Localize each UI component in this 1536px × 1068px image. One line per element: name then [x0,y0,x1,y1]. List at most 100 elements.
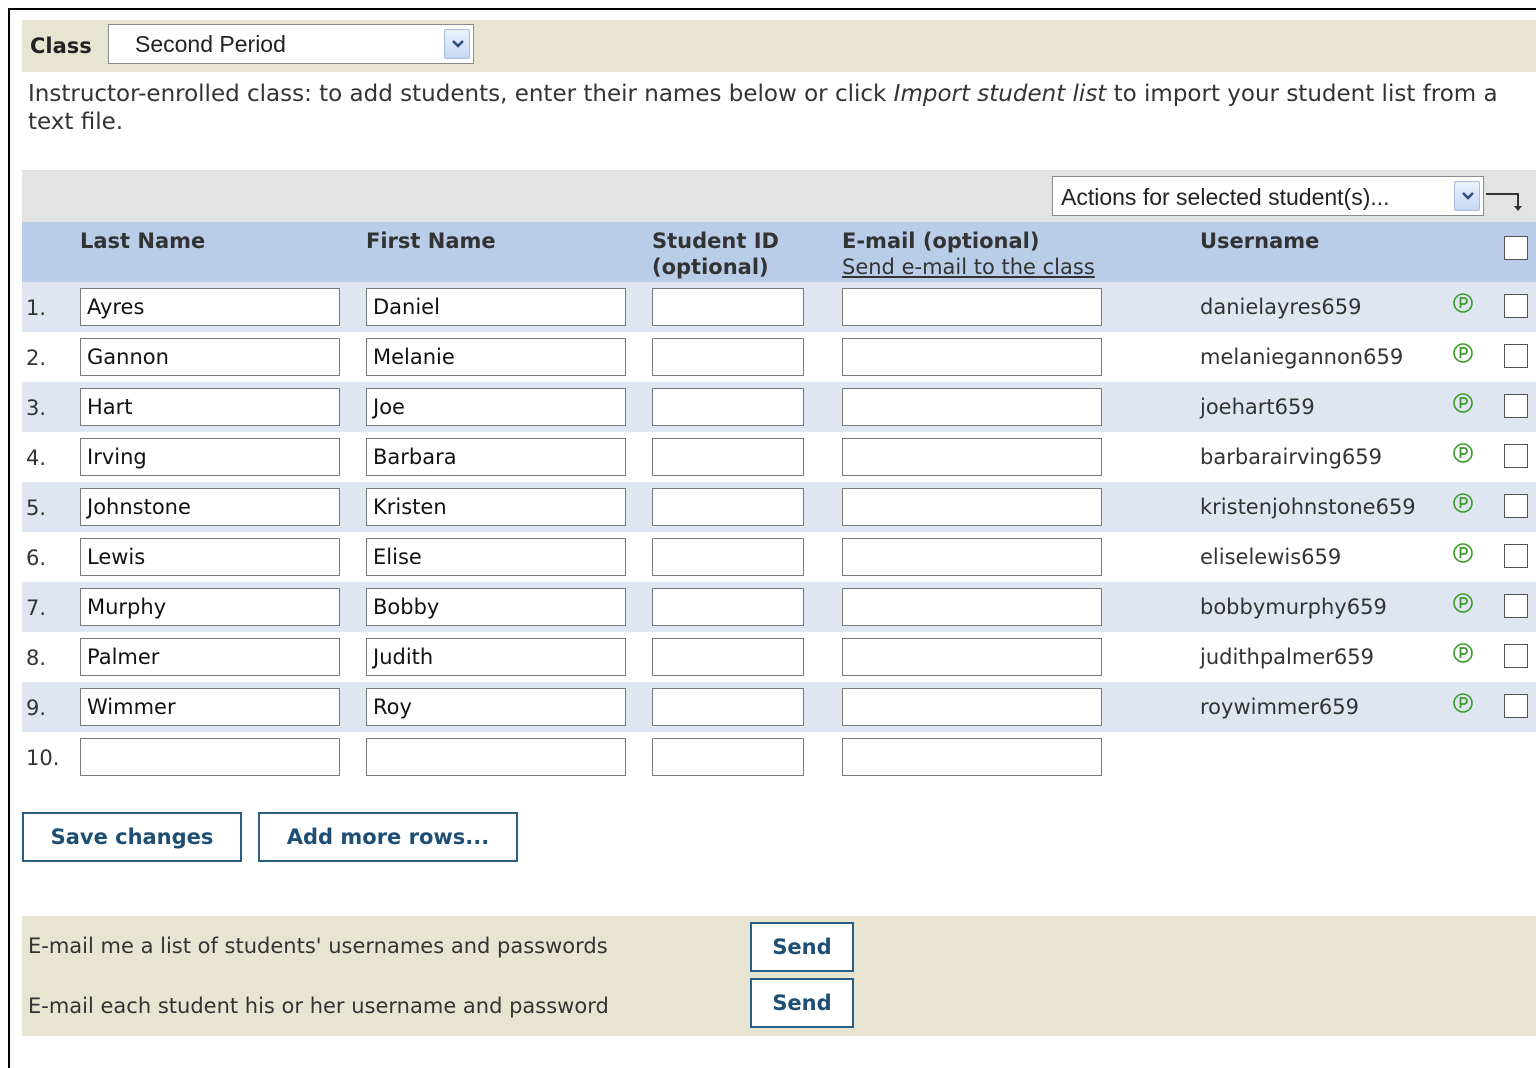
password-icon[interactable] [1452,492,1474,514]
send-email-each-button[interactable]: Send [750,978,854,1028]
student-id-input[interactable] [652,388,804,426]
intro-text: Instructor-enrolled class: to add studen… [28,80,1518,136]
username-text: danielayres659 [1200,295,1362,319]
header-last-name: Last Name [80,229,206,253]
table-row: 5. Johnstone Kristen kristenjohnstone659 [22,482,1536,532]
row-number: 1. [26,296,47,320]
table-row: 9. Wimmer Roy roywimmer659 [22,682,1536,732]
row-select-checkbox[interactable] [1504,494,1528,518]
row-select-checkbox[interactable] [1504,344,1528,368]
password-icon[interactable] [1452,692,1474,714]
row-select-checkbox[interactable] [1504,594,1528,618]
student-id-input[interactable] [652,288,804,326]
first-name-input[interactable]: Melanie [366,338,626,376]
actions-select[interactable]: Actions for selected student(s)... [1052,176,1484,216]
table-row: 10. [22,732,1536,782]
row-number: 7. [26,596,47,620]
last-name-input[interactable]: Murphy [80,588,340,626]
student-id-input[interactable] [652,538,804,576]
email-input[interactable] [842,538,1102,576]
first-name-input[interactable]: Judith [366,638,626,676]
student-id-input[interactable] [652,488,804,526]
first-name-input[interactable]: Kristen [366,488,626,526]
send-email-me-button[interactable]: Send [750,922,854,972]
last-name-input[interactable]: Wimmer [80,688,340,726]
email-each-label: E-mail each student his or her username … [28,994,609,1018]
first-name-input[interactable]: Barbara [366,438,626,476]
password-icon[interactable] [1452,342,1474,364]
first-name-input[interactable]: Joe [366,388,626,426]
first-name-input[interactable]: Roy [366,688,626,726]
username-text: kristenjohnstone659 [1200,495,1416,519]
header-student-id-line1: Student ID [652,229,779,253]
email-me-label: E-mail me a list of students' usernames … [28,934,608,958]
email-input[interactable] [842,588,1102,626]
password-icon[interactable] [1452,292,1474,314]
row-number: 2. [26,346,47,370]
last-name-input[interactable]: Lewis [80,538,340,576]
email-input[interactable] [842,388,1102,426]
student-id-input[interactable] [652,438,804,476]
student-id-input[interactable] [652,588,804,626]
password-icon[interactable] [1452,442,1474,464]
table-row: 3. Hart Joe joehart659 [22,382,1536,432]
password-icon[interactable] [1452,642,1474,664]
password-icon[interactable] [1452,392,1474,414]
email-input[interactable] [842,288,1102,326]
class-select-value: Second Period [135,31,286,57]
add-more-rows-button[interactable]: Add more rows... [258,812,518,862]
username-text: roywimmer659 [1200,695,1360,719]
last-name-input[interactable]: Gannon [80,338,340,376]
header-student-id-line2: (optional) [652,255,769,279]
actions-select-value: Actions for selected student(s)... [1061,184,1390,210]
save-changes-button[interactable]: Save changes [22,812,242,862]
password-icon[interactable] [1452,592,1474,614]
student-id-input[interactable] [652,638,804,676]
student-id-input[interactable] [652,688,804,726]
intro-text-before: Instructor-enrolled class: to add studen… [28,81,894,107]
last-name-input[interactable]: Irving [80,438,340,476]
first-name-input[interactable] [366,738,626,776]
username-text: joehart659 [1200,395,1315,419]
row-select-checkbox[interactable] [1504,544,1528,568]
row-number: 4. [26,446,47,470]
password-icon[interactable] [1452,542,1474,564]
last-name-input[interactable]: Hart [80,388,340,426]
last-name-input[interactable] [80,738,340,776]
class-label: Class [30,34,92,58]
header-first-name: First Name [366,229,496,253]
last-name-input[interactable]: Palmer [80,638,340,676]
student-id-input[interactable] [652,338,804,376]
corner-arrow-down-icon [1486,193,1522,211]
email-input[interactable] [842,438,1102,476]
send-email-class-link[interactable]: Send e-mail to the class [842,254,1095,280]
header-student-id: Student ID (optional) [652,228,779,280]
student-id-input[interactable] [652,738,804,776]
email-input[interactable] [842,488,1102,526]
email-section: E-mail me a list of students' usernames … [22,916,1536,1036]
row-select-checkbox[interactable] [1504,444,1528,468]
row-select-checkbox[interactable] [1504,294,1528,318]
row-select-checkbox[interactable] [1504,694,1528,718]
table-header: Last Name First Name Student ID (optiona… [22,222,1536,282]
header-email: E-mail (optional) Send e-mail to the cla… [842,228,1095,280]
last-name-input[interactable]: Ayres [80,288,340,326]
last-name-input[interactable]: Johnstone [80,488,340,526]
select-all-checkbox[interactable] [1504,236,1528,260]
first-name-input[interactable]: Daniel [366,288,626,326]
email-input[interactable] [842,738,1102,776]
row-select-checkbox[interactable] [1504,644,1528,668]
class-select[interactable]: Second Period [108,24,474,64]
table-row: 2. Gannon Melanie melaniegannon659 [22,332,1536,382]
email-input[interactable] [842,688,1102,726]
chevron-down-icon[interactable] [1454,181,1480,211]
row-number: 3. [26,396,47,420]
row-select-checkbox[interactable] [1504,394,1528,418]
chevron-down-icon[interactable] [444,29,470,59]
first-name-input[interactable]: Elise [366,538,626,576]
import-student-list-text: Import student list [893,81,1107,107]
actions-bar: Actions for selected student(s)... [22,170,1536,222]
first-name-input[interactable]: Bobby [366,588,626,626]
email-input[interactable] [842,638,1102,676]
email-input[interactable] [842,338,1102,376]
